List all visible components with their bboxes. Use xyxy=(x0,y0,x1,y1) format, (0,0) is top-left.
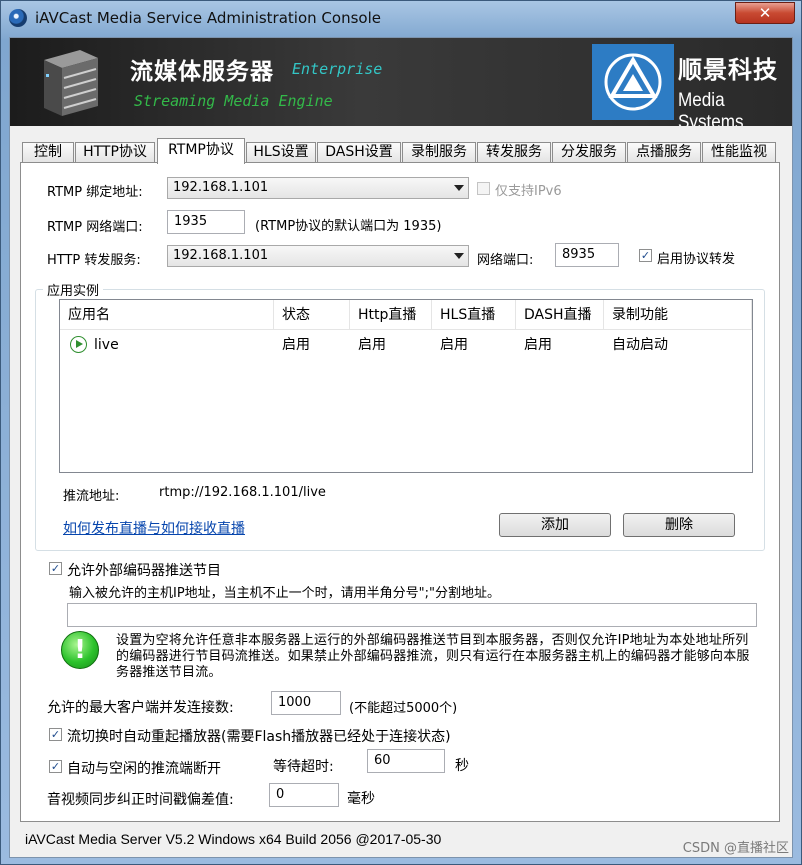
rtmp-port-input[interactable]: 1935 xyxy=(167,210,245,234)
product-name-cn: 流媒体服务器 xyxy=(130,59,274,85)
timeout-unit: 秒 xyxy=(455,758,469,774)
auto-disconnect-label: 自动与空闲的推流端断开 xyxy=(67,761,221,777)
http-forward-value: 192.168.1.101 xyxy=(173,248,269,263)
company-name-cn: 顺景科技 xyxy=(678,56,778,84)
window-title: iAVCast Media Service Administration Con… xyxy=(35,9,381,27)
column-header-http[interactable]: Http直播 xyxy=(350,300,432,330)
watermark: CSDN @直播社区 xyxy=(682,841,789,856)
server-icon xyxy=(44,50,98,116)
max-clients-input[interactable]: 1000 xyxy=(271,691,341,715)
rtmp-port-label: RTMP 网络端口: xyxy=(47,220,143,235)
cell-dash: 启用 xyxy=(524,337,552,353)
auto-restart-checkbox[interactable]: ✓ xyxy=(49,728,62,741)
instances-list[interactable]: 应用名 状态 Http直播 HLS直播 DASH直播 录制功能 live 启用 … xyxy=(59,299,753,473)
edition-label: Enterprise xyxy=(292,60,383,78)
tab-vod[interactable]: 点播服务 xyxy=(627,142,701,163)
cell-http: 启用 xyxy=(358,337,386,353)
title-bar[interactable]: iAVCast Media Service Administration Con… xyxy=(1,1,801,37)
tab-hls[interactable]: HLS设置 xyxy=(246,142,316,163)
allow-encoder-checkbox[interactable]: ✓ xyxy=(49,562,62,575)
timeout-input[interactable]: 60 xyxy=(367,749,445,773)
bind-address-label: RTMP 绑定地址: xyxy=(47,185,143,200)
tab-forward[interactable]: 转发服务 xyxy=(477,142,551,163)
chevron-down-icon xyxy=(454,185,464,191)
net-port-input[interactable]: 8935 xyxy=(555,243,619,267)
product-name-en: Streaming Media Engine xyxy=(134,92,333,110)
instances-group-title: 应用实例 xyxy=(43,280,104,299)
ipv6-checkbox[interactable] xyxy=(477,182,490,195)
enable-forward-checkbox[interactable]: ✓ xyxy=(639,249,652,262)
tab-distribute[interactable]: 分发服务 xyxy=(552,142,626,163)
close-button[interactable]: ✕ xyxy=(735,2,795,24)
http-forward-label: HTTP 转发服务: xyxy=(47,253,141,268)
cell-record: 自动启动 xyxy=(612,337,668,353)
push-url-value: rtmp://192.168.1.101/live xyxy=(159,485,326,500)
http-forward-select[interactable]: 192.168.1.101 xyxy=(167,245,469,267)
play-icon xyxy=(70,336,87,353)
tab-control[interactable]: 控制 xyxy=(22,142,74,163)
auto-restart-label: 流切换时自动重起播放器(需要Flash播放器已经处于连接状态) xyxy=(67,729,451,745)
main-window: iAVCast Media Service Administration Con… xyxy=(0,0,802,865)
net-port-label: 网络端口: xyxy=(477,253,534,268)
push-url-label: 推流地址: xyxy=(63,489,120,504)
column-header-hls[interactable]: HLS直播 xyxy=(432,300,516,330)
av-sync-input[interactable]: 0 xyxy=(269,783,339,807)
delete-button[interactable]: 删除 xyxy=(623,513,735,537)
app-icon xyxy=(9,9,27,27)
encoder-ip-hint: 输入被允许的主机IP地址，当主机不止一个时，请用半角分号";"分割地址。 xyxy=(69,586,501,601)
encoder-info-text: 设置为空将允许任意非本服务器上运行的外部编码器推送节目到本服务器，否则仅允许IP… xyxy=(116,633,750,680)
tab-performance[interactable]: 性能监视 xyxy=(702,142,776,163)
max-clients-hint: (不能超过5000个) xyxy=(349,701,458,716)
rtmp-port-hint: (RTMP协议的默认端口为 1935) xyxy=(255,219,442,234)
column-header-record[interactable]: 录制功能 xyxy=(604,300,752,330)
enable-forward-label: 启用协议转发 xyxy=(657,252,736,267)
ipv6-label: 仅支持IPv6 xyxy=(495,184,562,199)
column-header-dash[interactable]: DASH直播 xyxy=(516,300,604,330)
auto-disconnect-checkbox[interactable]: ✓ xyxy=(49,760,62,773)
av-sync-unit: 毫秒 xyxy=(347,791,375,807)
list-header: 应用名 状态 Http直播 HLS直播 DASH直播 录制功能 xyxy=(60,300,752,330)
allow-encoder-label: 允许外部编码器推送节目 xyxy=(67,563,221,579)
column-header-name[interactable]: 应用名 xyxy=(60,300,274,330)
company-logo xyxy=(592,44,674,120)
timeout-label: 等待超时: xyxy=(273,759,334,775)
cell-hls: 启用 xyxy=(440,337,468,353)
cell-status: 启用 xyxy=(282,337,310,353)
column-header-status[interactable]: 状态 xyxy=(274,300,350,330)
add-button[interactable]: 添加 xyxy=(499,513,611,537)
tab-rtmp[interactable]: RTMP协议 xyxy=(157,138,245,164)
bind-address-select[interactable]: 192.168.1.101 xyxy=(167,177,469,199)
version-label: iAVCast Media Server V5.2 Windows x64 Bu… xyxy=(25,831,442,847)
table-row[interactable]: live 启用 启用 启用 启用 自动启动 xyxy=(60,331,752,359)
banner: 流媒体服务器 Enterprise Streaming Media Engine… xyxy=(10,38,792,126)
logo-triangle-icon xyxy=(604,53,662,111)
chevron-down-icon xyxy=(454,253,464,259)
max-clients-label: 允许的最大客户端并发连接数: xyxy=(47,700,234,716)
bind-address-value: 192.168.1.101 xyxy=(173,180,269,195)
tab-dash[interactable]: DASH设置 xyxy=(317,142,401,163)
company-name-en: Media Systems xyxy=(678,90,744,126)
info-icon xyxy=(61,631,99,669)
tab-record[interactable]: 录制服务 xyxy=(402,142,476,163)
av-sync-label: 音视频同步纠正时间戳偏差值: xyxy=(47,792,234,808)
encoder-ip-input[interactable] xyxy=(67,603,757,627)
cell-name: live xyxy=(94,337,119,353)
help-link[interactable]: 如何发布直播与如何接收直播 xyxy=(63,518,245,538)
tab-http[interactable]: HTTP协议 xyxy=(75,142,155,163)
